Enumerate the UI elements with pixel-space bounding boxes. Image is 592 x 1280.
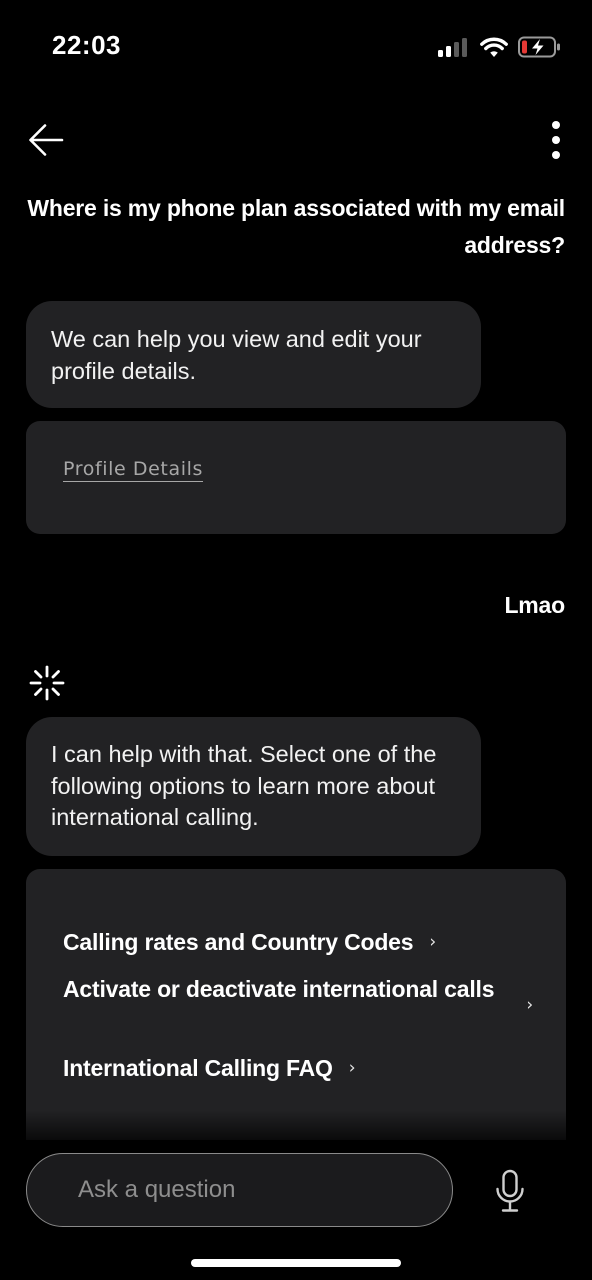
user-message: Where is my phone plan associated with m… bbox=[27, 195, 565, 258]
profile-details-link[interactable]: Profile Details bbox=[63, 458, 203, 480]
more-options-button[interactable] bbox=[542, 118, 570, 162]
option-activate-international[interactable]: Activate or deactivate international cal… bbox=[63, 973, 533, 1015]
option-label: International Calling FAQ bbox=[63, 1055, 333, 1081]
bot-message: I can help with that. Select one of the … bbox=[26, 717, 481, 856]
user-message: Lmao bbox=[504, 592, 565, 618]
ask-question-input[interactable]: Ask a question bbox=[26, 1153, 453, 1227]
assistant-sparkle-icon bbox=[29, 665, 65, 701]
nav-bar bbox=[0, 110, 592, 166]
bot-message: We can help you view and edit your profi… bbox=[26, 301, 481, 408]
option-international-faq[interactable]: International Calling FAQ › bbox=[63, 1052, 356, 1084]
microphone-icon bbox=[496, 1169, 524, 1212]
status-icons bbox=[438, 34, 562, 60]
composer-bar: Ask a question bbox=[0, 1140, 592, 1280]
chevron-right-icon: › bbox=[429, 932, 436, 952]
microphone-button[interactable] bbox=[490, 1163, 530, 1219]
option-label: Activate or deactivate international cal… bbox=[63, 976, 495, 1002]
signal-icon bbox=[438, 38, 467, 57]
wifi-icon bbox=[480, 37, 508, 57]
status-bar: 22:03 bbox=[0, 0, 592, 92]
battery-charging-icon bbox=[518, 36, 560, 58]
chevron-right-icon: › bbox=[526, 995, 533, 1015]
home-indicator bbox=[191, 1259, 401, 1267]
option-label: Calling rates and Country Codes bbox=[63, 929, 414, 955]
back-button[interactable] bbox=[26, 120, 66, 160]
link-card: Profile Details bbox=[26, 421, 566, 534]
arrow-left-icon bbox=[29, 124, 64, 156]
chevron-right-icon: › bbox=[348, 1058, 356, 1078]
more-vertical-icon bbox=[552, 121, 560, 159]
status-time: 22:03 bbox=[52, 30, 121, 60]
option-calling-rates[interactable]: Calling rates and Country Codes › bbox=[63, 926, 436, 958]
